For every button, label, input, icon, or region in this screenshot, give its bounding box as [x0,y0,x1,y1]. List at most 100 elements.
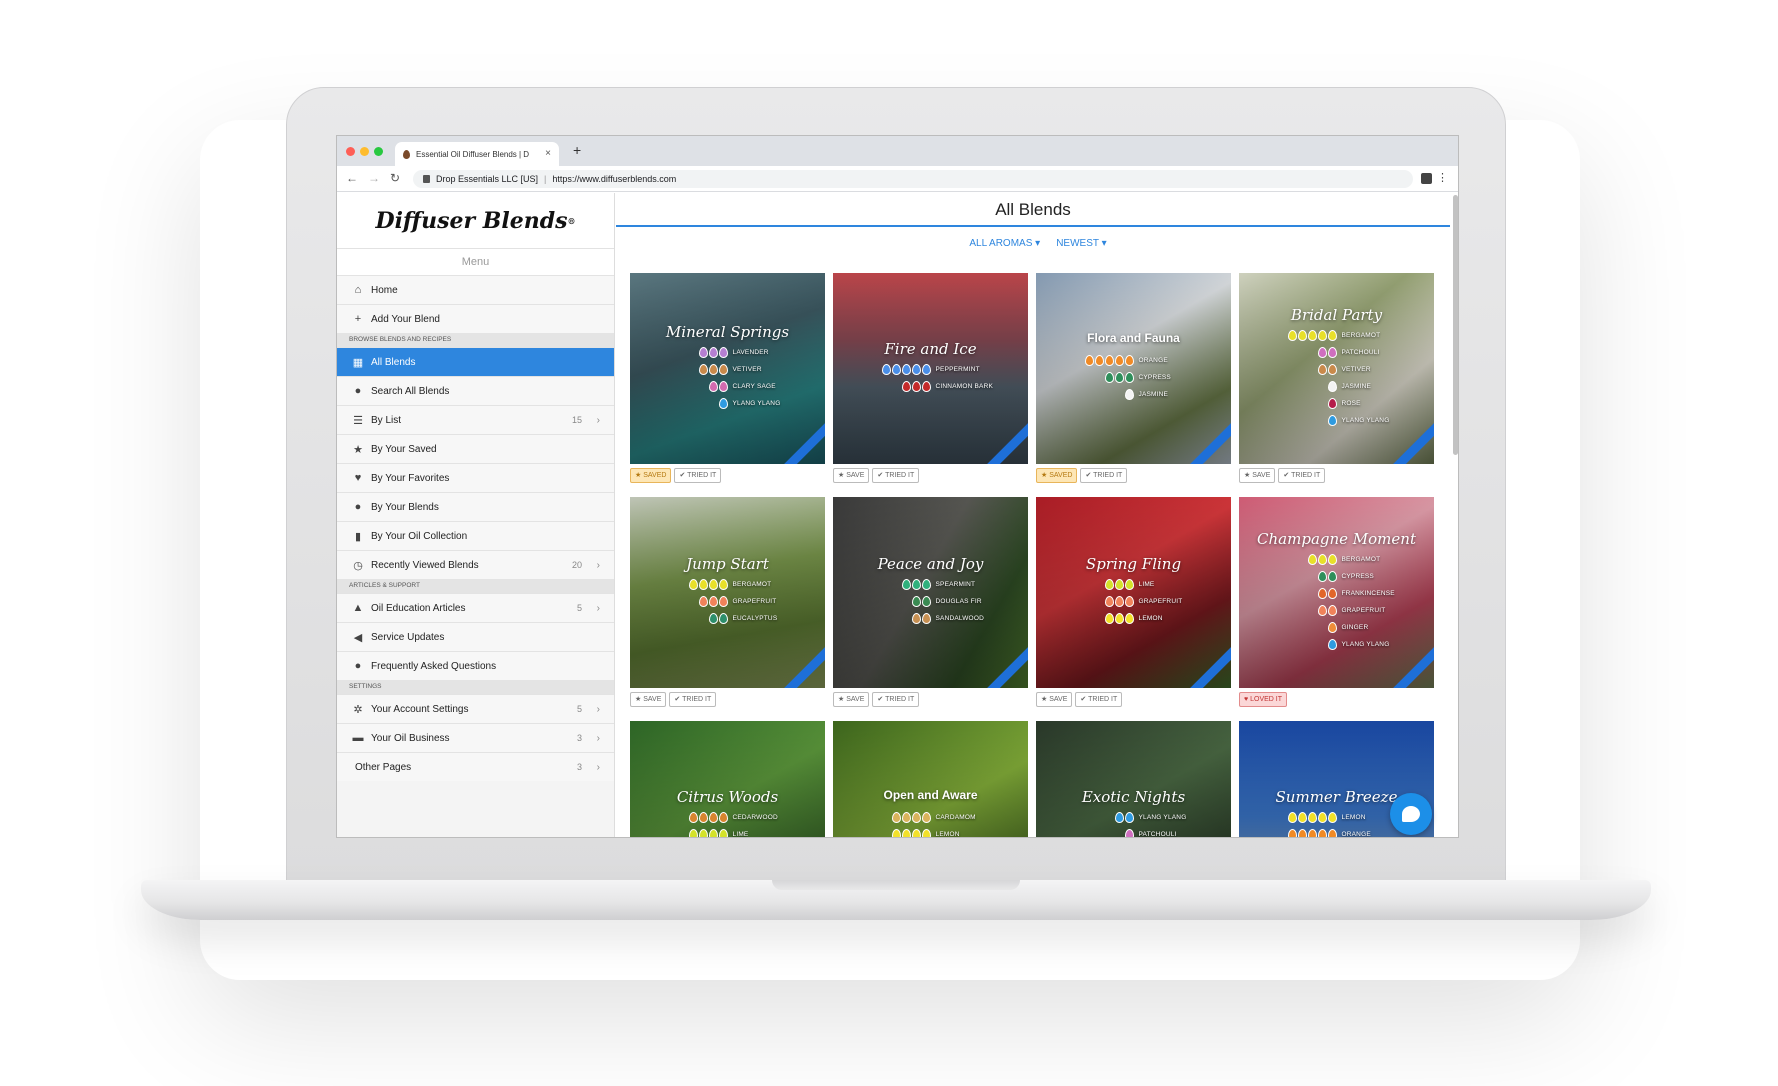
blend-image[interactable]: Exotic Nights Ylang Ylang Patchouli [1036,721,1231,837]
oil-drops [638,346,728,358]
drop-icon [901,363,911,375]
drop-icon [1327,828,1337,837]
blend-image[interactable]: Jump Start Bergamot Grapefruit Eucalyptus [630,497,825,688]
scrollbar[interactable] [1453,195,1458,455]
oil-drops [638,828,728,837]
blend-image[interactable]: Open and Aware Cardamom Lemon [833,721,1028,837]
sidebar-item-label: Add Your Blend [371,313,440,325]
blend-card[interactable]: Jump Start Bergamot Grapefruit Eucalyptus ★ … [630,497,825,710]
sidebar-item-oil-education-articles[interactable]: ▲ Oil Education Articles 5 › [337,593,614,622]
sidebar-item-frequently-asked-questions[interactable]: ● Frequently Asked Questions [337,651,614,680]
blend-card[interactable]: Open and Aware Cardamom Lemon [833,721,1028,837]
sidebar-item-by-list[interactable]: ☰ By List 15 › [337,405,614,434]
blend-card[interactable]: Flora and Fauna Orange Cypress Jasmine ★ SAV… [1036,273,1231,486]
site-owner: Drop Essentials LLC [US] [436,174,539,184]
menu-section-header: Browse Blends and Recipes [337,333,614,347]
oil-drops [1044,389,1134,400]
save-button[interactable]: ★ SAVE [1239,467,1276,483]
sidebar-item-by-your-oil-collection[interactable]: ▮ By Your Oil Collection [337,521,614,550]
save-button[interactable]: ★ SAVE [1036,691,1073,707]
tab-close-icon[interactable]: × [545,148,551,159]
blend-card[interactable]: Spring Fling Lime Grapefruit Lemon ★ SAVE ✔ T… [1036,497,1231,710]
blend-card[interactable]: Exotic Nights Ylang Ylang Patchouli [1036,721,1231,837]
tried-it-button[interactable]: ✔ TRIED IT [1278,467,1326,483]
save-button[interactable]: ★ SAVE [833,467,870,483]
back-arrow-icon[interactable]: ← [346,171,358,185]
close-window-icon[interactable] [346,147,355,156]
sidebar-item-home[interactable]: ⌂ Home [337,275,614,304]
item-count: 3 [576,733,582,743]
tried-it-button[interactable]: ✔ TRIED IT [674,467,722,483]
loved-it-button[interactable]: ♥ LOVED IT [1239,691,1287,707]
tried-it-button[interactable]: ✔ TRIED IT [872,467,920,483]
extension-icon[interactable] [1421,173,1432,184]
blend-card[interactable]: Citrus Woods Cedarwood Lime [630,721,825,837]
blend-card[interactable]: Peace and Joy Spearmint Douglas Fir Sandalw… [833,497,1028,710]
sidebar-item-your-oil-business[interactable]: ▬ Your Oil Business 3 › [337,723,614,752]
sidebar-item-all-blends[interactable]: ▦ All Blends [337,347,614,376]
blend-image[interactable]: Mineral Springs Lavender Vetiver Clary Sage… [630,273,825,464]
tried-it-button[interactable]: ✔ TRIED IT [1075,691,1123,707]
url-field[interactable]: Drop Essentials LLC [US] | https://www.d… [413,170,1413,188]
tried-it-button[interactable]: ✔ TRIED IT [872,691,920,707]
sidebar-item-your-account-settings[interactable]: ✲ Your Account Settings 5 › [337,694,614,723]
blend-title: Peace and Joy [877,555,984,573]
saved-button[interactable]: ★ SAVED [630,467,672,483]
drop-icon [1317,828,1327,837]
sidebar-item-recently-viewed-blends[interactable]: ◷ Recently Viewed Blends 20 › [337,550,614,579]
blend-card[interactable]: Champagne Moment Bergamot Cypress Frankince… [1239,497,1434,710]
drop-icon [718,613,728,624]
sidebar-item-by-your-favorites[interactable]: ♥ By Your Favorites [337,463,614,492]
chat-button[interactable] [1390,793,1432,835]
drop-icon [718,397,728,409]
blend-title: Champagne Moment [1257,529,1416,548]
chevron-right-icon: › [596,602,600,614]
saved-button[interactable]: ★ SAVED [1036,467,1078,483]
sidebar-item-add-your-blend[interactable]: + Add Your Blend [337,304,614,333]
site-logo[interactable]: Diffuser Blends ® [337,193,614,249]
save-button[interactable]: ★ SAVE [630,691,667,707]
oil-drops [1247,828,1337,837]
sidebar-item-label: By List [371,414,402,426]
graduation-cap-icon: ▲ [352,602,364,614]
blend-image[interactable]: Citrus Woods Cedarwood Lime [630,721,825,837]
oil-name: Lemon [1138,615,1163,622]
tried-it-button[interactable]: ✔ TRIED IT [669,691,717,707]
oil-drops [1247,621,1337,633]
zoom-window-icon[interactable] [374,147,383,156]
forward-arrow-icon[interactable]: → [368,171,380,185]
new-tab-button[interactable]: + [573,142,581,158]
drop-icon [1114,372,1124,383]
blend-image[interactable]: Champagne Moment Bergamot Cypress Frankince… [1239,497,1434,688]
caret-down-icon: ▾ [1035,237,1041,249]
blend-title: Exotic Nights [1081,787,1186,806]
tried-it-button[interactable]: ✔ TRIED IT [1080,467,1128,483]
blend-image[interactable]: Fire and Ice Peppermint Cinnamon Bark [833,273,1028,464]
browser-menu-icon[interactable]: ⋮ [1437,171,1448,184]
oil-row: Clary Sage [630,380,825,392]
reload-icon[interactable]: ↻ [390,171,400,185]
search-bubble-icon: ● [354,385,362,397]
sidebar-item-search-all-blends[interactable]: ● Search All Blends [337,376,614,405]
blend-image[interactable]: Peace and Joy Spearmint Douglas Fir Sandalw… [833,497,1028,688]
oil-row: Ylang Ylang [1239,638,1434,650]
sidebar-item-by-your-blends[interactable]: ● By Your Blends [337,492,614,521]
sidebar-item-by-your-saved[interactable]: ★ By Your Saved [337,434,614,463]
aromas-filter-dropdown[interactable]: ALL AROMAS ▾ [969,238,1040,249]
save-button[interactable]: ★ SAVE [833,691,870,707]
drop-icon [1297,811,1307,823]
sidebar-item-label: All Blends [371,356,416,368]
sidebar-item-service-updates[interactable]: ◀ Service Updates [337,622,614,651]
blend-image[interactable]: Spring Fling Lime Grapefruit Lemon [1036,497,1231,688]
drop-icon [1327,587,1337,599]
blend-card[interactable]: Mineral Springs Lavender Vetiver Clary Sage… [630,273,825,486]
blend-card[interactable]: Bridal Party Bergamot Patchouli Vetiver Jasm… [1239,273,1434,486]
drop-icon [718,346,728,358]
minimize-window-icon[interactable] [360,147,369,156]
browser-tab[interactable]: Essential Oil Diffuser Blends | D × [395,142,559,166]
blend-card[interactable]: Fire and Ice Peppermint Cinnamon Bark ★ SAV… [833,273,1028,486]
sort-dropdown[interactable]: NEWEST ▾ [1056,238,1106,249]
blend-image[interactable]: Bridal Party Bergamot Patchouli Vetiver Jasm… [1239,273,1434,464]
sidebar-item-other-pages[interactable]: Other Pages 3 › [337,752,614,781]
blend-image[interactable]: Flora and Fauna Orange Cypress Jasmine [1036,273,1231,464]
